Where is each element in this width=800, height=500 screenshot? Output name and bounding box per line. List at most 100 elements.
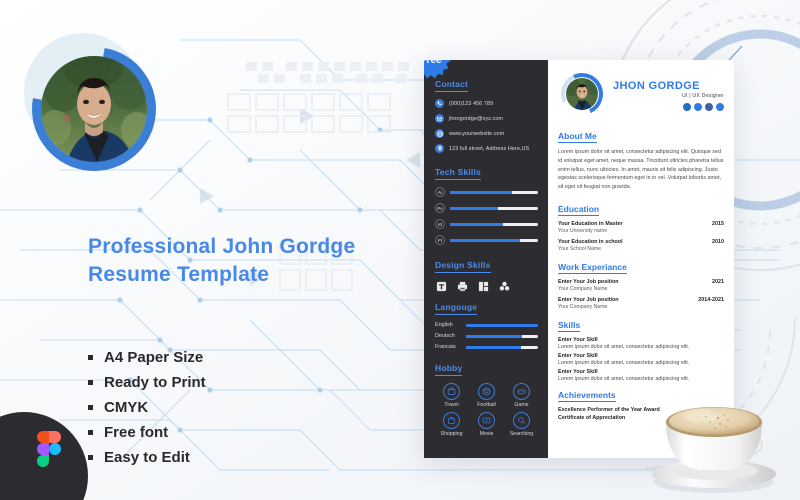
bullet-icon (88, 355, 93, 360)
feature-label: Ready to Print (104, 374, 206, 391)
feature-list: A4 Paper Size Ready to Print CMYK Free f… (88, 345, 206, 470)
contact-website: www.yourwebsite.com (449, 130, 505, 137)
profile-role: UI | UX Designer (681, 92, 724, 99)
work-heading: Work Experiance (558, 261, 627, 274)
about-heading: About Me (558, 131, 597, 143)
printer-icon (456, 280, 468, 292)
skill-title: Enter Your Skill (558, 352, 598, 359)
hobby-grid: Travel Football Game Shopping Movie Sear… (435, 383, 538, 437)
list-item: CMYK (88, 395, 206, 420)
contact-row: (000)123 456 789 (435, 99, 538, 108)
language-row: English (435, 322, 538, 328)
portrait-photo (41, 56, 147, 162)
resume-header: JHON GORDGE UI | UX Designer (555, 67, 724, 121)
contact-row: jhongordge@xyz.com (435, 114, 538, 123)
shopping-bag-icon (443, 412, 460, 429)
skill-desc: Lorem ipsum dolor sit amet, consectetur … (558, 375, 690, 382)
skill-desc: Lorem ipsum dolor sit amet, consectetur … (558, 359, 690, 366)
resume-sidebar: Contact (000)123 456 789 jhongordge@xyz.… (424, 60, 548, 458)
entry-subtitle: Your School Name (558, 245, 602, 252)
adobe-photoshop-icon: Ps (435, 203, 445, 213)
entry-title: Your Education in school (558, 238, 623, 245)
language-progress-fill (466, 323, 538, 327)
list-item: Easy to Edit (88, 445, 206, 470)
list-item: A4 Paper Size (88, 345, 206, 370)
work-entry: Enter Your Job position Your Company Nam… (558, 279, 724, 292)
language-progress-bar (466, 323, 538, 327)
language-progress-bar (466, 334, 538, 338)
tech-skill-row: Ai (435, 187, 538, 197)
avatar (555, 67, 609, 121)
entry-year: 2015 (712, 220, 724, 227)
football-icon (478, 383, 495, 400)
design-skills-icons (435, 280, 538, 292)
hobby-heading: Hobby (435, 363, 463, 376)
globe-icon (435, 129, 444, 138)
skill-progress-bar (450, 206, 538, 210)
hobby-label: Movie (479, 431, 494, 437)
layout-columns-icon (477, 280, 489, 292)
feature-label: Free font (104, 424, 169, 441)
skill-desc: Lorem ipsum dolor sit amet, consectetur … (558, 343, 690, 350)
bullet-icon (88, 455, 93, 460)
bullet-icon (88, 405, 93, 410)
about-text: Lorem ipsum dolor sit amet, consectetur … (558, 149, 724, 190)
adobe-illustrator-icon: Ai (435, 187, 445, 197)
feature-label: CMYK (104, 399, 149, 416)
language-progress-fill (466, 334, 523, 338)
language-label: Francais (435, 344, 456, 350)
tech-skill-row: Id (435, 219, 538, 229)
skill-title: Enter Your Skill (558, 368, 598, 375)
facebook-icon[interactable] (716, 102, 724, 111)
education-heading: Education (558, 203, 600, 216)
contact-phone: (000)123 456 789 (449, 100, 494, 107)
skill-progress-fill (450, 190, 512, 194)
free-badge (424, 60, 451, 79)
entry-year: 2014-2021 (698, 296, 724, 303)
entry-subtitle: Your Company Name (558, 285, 608, 292)
twitter-icon[interactable] (694, 102, 702, 111)
linkedin-icon[interactable] (683, 102, 691, 111)
instagram-icon[interactable] (705, 102, 713, 111)
page-title: Professional John Gordge Resume Template (88, 235, 356, 286)
phone-icon (435, 99, 444, 108)
contact-row: 123 full street, Address Here,US (435, 144, 538, 153)
contact-row: www.yourwebsite.com (435, 129, 538, 138)
avatar-photo (566, 78, 598, 110)
social-links (613, 102, 724, 111)
gamepad-icon (513, 383, 530, 400)
skill-progress-fill (450, 222, 503, 226)
movie-icon (478, 412, 495, 429)
profile-name: JHON GORDGE (613, 79, 700, 92)
figma-logo (37, 431, 61, 467)
hobby-label: Game (514, 402, 529, 408)
language-heading: Langouge (435, 302, 478, 315)
skill-entry: Enter Your Skill Lorem ipsum dolor sit a… (558, 337, 724, 350)
feature-label: Easy to Edit (104, 449, 190, 466)
hero-portrait (7, 22, 181, 196)
language-label: Deutsch (435, 333, 455, 339)
bullet-icon (88, 430, 93, 435)
contact-email: jhongordge@xyz.com (449, 115, 504, 122)
language-progress-bar (466, 345, 538, 349)
hobby-label: Football (477, 402, 496, 408)
hobby-label: Shopping (440, 431, 463, 437)
entry-year: 2010 (712, 238, 724, 245)
bullet-icon (88, 380, 93, 385)
skill-progress-fill (450, 206, 499, 210)
education-entry: Your Education in Master Your University… (558, 221, 724, 234)
skill-entry: Enter Your Skill Lorem ipsum dolor sit a… (558, 353, 724, 366)
education-entry: Your Education in school Your School Nam… (558, 239, 724, 252)
tech-skills-heading: Tech Skills (435, 167, 481, 180)
travel-bag-icon (443, 383, 460, 400)
tech-skill-row: Ps (435, 203, 538, 213)
work-entry: Enter Your Job position Your Company Nam… (558, 297, 724, 310)
design-skills-heading: Design Skills (435, 260, 491, 273)
skill-progress-bar (450, 222, 538, 226)
hobby-label: Travel (444, 402, 459, 408)
hobby-item: Searching (505, 412, 538, 437)
promo-panel: Professional John Gordge Resume Template… (0, 0, 420, 500)
entry-subtitle: Your Company Name (558, 303, 608, 310)
coffee-cup-image (652, 407, 776, 493)
hobby-item: Travel (435, 383, 468, 408)
